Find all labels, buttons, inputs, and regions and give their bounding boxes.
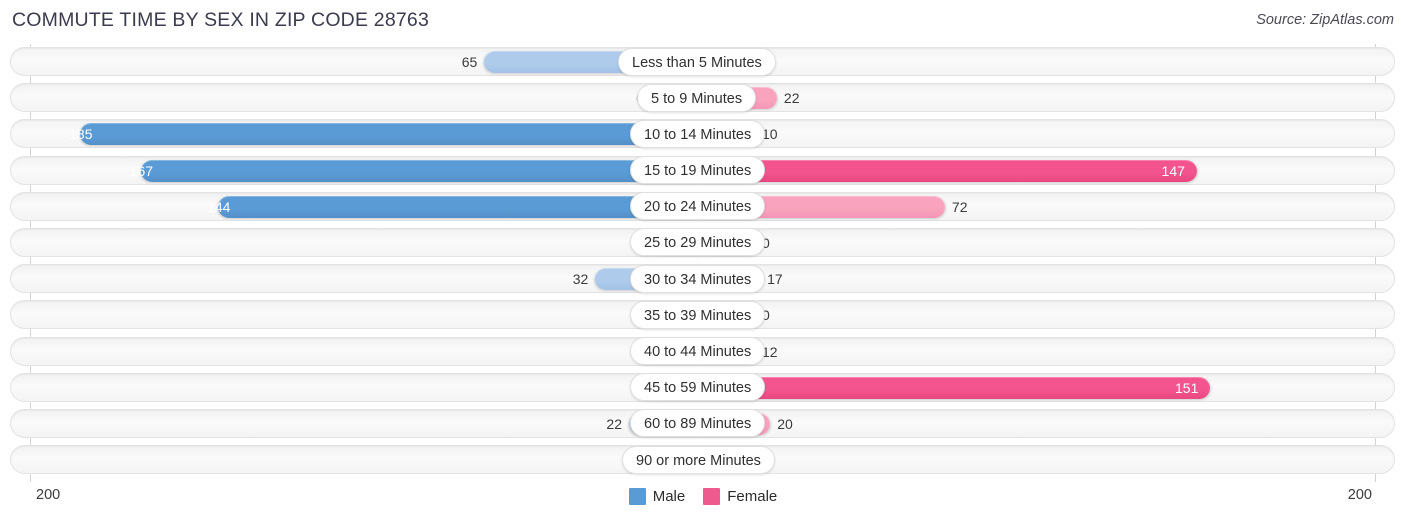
bar-value-female: 72 [951,198,968,215]
bar-value-male: 185 [69,126,93,143]
bar-rows-container: 650Less than 5 Minutes0225 to 9 Minutes1… [0,44,1406,478]
bar-value-male: 22 [606,415,622,432]
bar-value-female: 151 [1175,379,1199,396]
legend-item-female[interactable]: Female [703,488,777,505]
bar-value-female: 20 [777,415,793,432]
category-label: 15 to 19 Minutes [630,156,766,185]
chart-row: 22 20 60 to 89 Minutes [0,406,1406,442]
chart-row: 144 72 20 to 24 Minutes [0,189,1406,225]
chart-header: COMMUTE TIME BY SEX IN ZIP CODE 28763 So… [0,0,1406,40]
category-label: 30 to 34 Minutes [630,264,766,293]
category-label: Less than 5 Minutes [618,47,776,76]
bar-value-female: 147 [1161,162,1185,179]
bar-value-male: 144 [207,198,231,215]
chart-row: 0225 to 9 Minutes [0,80,1406,116]
category-label: 35 to 39 Minutes [630,300,766,329]
category-label: 5 to 9 Minutes [637,83,757,112]
bar-value-male: 32 [572,271,589,288]
legend-item-male[interactable]: Male [628,488,686,505]
bar-male [80,123,703,146]
category-label: 10 to 14 Minutes [630,119,766,148]
chart-row: 0035 to 39 Minutes [0,297,1406,333]
page-title: COMMUTE TIME BY SEX IN ZIP CODE 28763 [12,9,430,31]
bar-female [703,159,1197,182]
legend-swatch-icon [703,488,721,505]
bar-value-female: 17 [767,271,783,288]
category-label: 60 to 89 Minutes [630,409,766,438]
chart-plot-area: 650Less than 5 Minutes0225 to 9 Minutes1… [0,44,1406,482]
chart-row: 015145 to 59 Minutes [0,370,1406,406]
chart-row: 0025 to 29 Minutes [0,225,1406,261]
category-label: 25 to 29 Minutes [630,228,766,257]
chart-row: 0090 or more Minutes [0,442,1406,478]
chart-legend: Male Female [0,488,1406,505]
legend-label: Female [727,488,778,505]
bar-female [703,376,1211,399]
source-attribution: Source: ZipAtlas.com [1256,12,1394,28]
chart-row: 167 147 15 to 19 Minutes [0,153,1406,189]
legend-swatch-icon [628,488,646,505]
category-label: 90 or more Minutes [622,445,775,474]
legend-label: Male [652,488,686,505]
bar-value-male: 167 [129,162,154,179]
category-label: 40 to 44 Minutes [630,337,766,365]
chart-row: 185 10 10 to 14 Minutes [0,116,1406,152]
category-label: 20 to 24 Minutes [630,192,766,221]
bar-value-male: 65 [461,54,478,70]
bar-male [141,159,703,182]
chart-row: 650Less than 5 Minutes [0,44,1406,80]
category-label: 45 to 59 Minutes [630,373,766,402]
chart-row: 32 17 30 to 34 Minutes [0,261,1406,297]
chart-footer: 200 200 Male Female [0,484,1406,522]
bar-value-female: 22 [783,90,800,107]
chart-row: 01240 to 44 Minutes [0,334,1406,370]
